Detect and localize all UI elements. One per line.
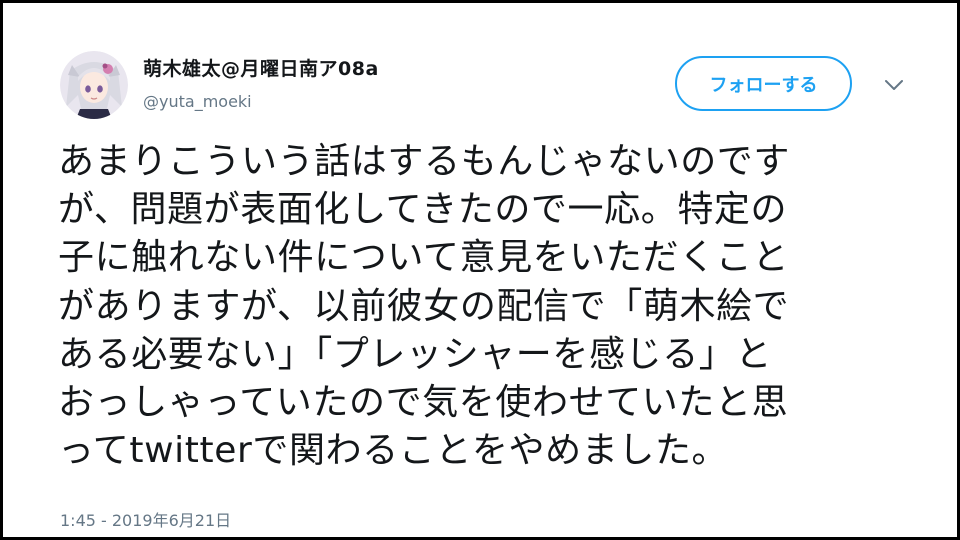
follow-button[interactable]: フォローする [675,56,852,111]
tweet-timestamp[interactable]: 1:45 - 2019年6月21日 [60,507,231,531]
tweet-text-line: がありますが、以前彼女の配信で「萌木絵で [58,285,790,327]
user-handle[interactable]: @yuta_moeki [143,92,252,111]
tweet-card: 萌木雄太@月曜日南ア08a @yuta_moeki フォローする あまりこういう… [3,3,957,537]
avatar-anime-girl-icon [60,51,128,119]
chevron-down-icon [885,80,903,90]
tweet-text: あまりこういう話はするもんじゃないのです が、問題が表面化してきたので一応。特定… [58,138,938,475]
tweet-text-line: あまりこういう話はするもんじゃないのです [58,141,791,182]
tweet-text-line: ってtwitterで関わることをやめました。 [58,430,729,472]
tweet-text-line: ある必要ない」「プレッシャーを感じる」と [58,333,773,375]
tweet-menu-button[interactable] [881,75,907,95]
display-name[interactable]: 萌木雄太@月曜日南ア08a [143,54,379,81]
tweet-text-line: が、問題が表面化してきたので一応。特定の [58,189,788,231]
tweet-text-line: 子に触れない件について意見をいただくこと [58,237,789,279]
tweet-text-line: おっしゃっていたので気を使わせていたと思 [58,382,789,424]
avatar[interactable] [60,51,128,119]
